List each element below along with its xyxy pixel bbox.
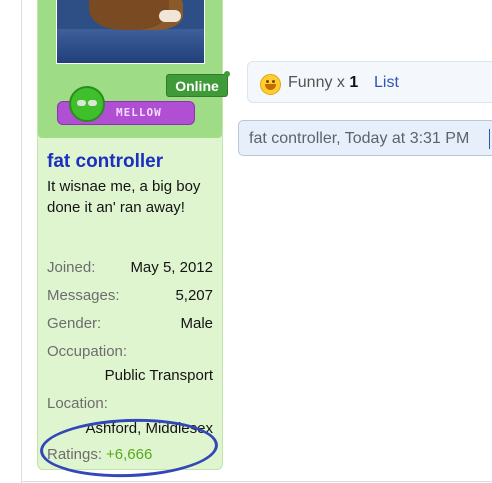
funny-rating-text: Funny x 1 [288,74,359,91]
post-author-date[interactable]: fat controller, Today at 3:31 PM [249,130,469,148]
post-meta-separator [489,129,490,149]
online-status-badge: Online [166,71,230,97]
location-label: Location: [47,395,108,412]
joined-label: Joined: [47,259,96,276]
ratings-list-link[interactable]: List [374,74,399,92]
funny-count: 1 [349,74,359,91]
occupation-label: Occupation: [47,343,128,360]
info-row-location-label: Location: [47,395,213,415]
avatar[interactable] [56,0,205,64]
gender-label: Gender: [47,315,102,332]
mood-label: MELLOW [116,106,162,119]
user-title: It wisnae me, a big boy done it an' ran … [47,178,201,216]
joined-value: May 5, 2012 [130,259,213,276]
info-row-occupation-label: Occupation: [47,343,213,363]
username-link[interactable]: fat controller [47,151,163,173]
occupation-value: Public Transport [104,367,213,384]
info-row-joined: Joined: May 5, 2012 [47,259,213,279]
post-meta-bar: fat controller, Today at 3:31 PM [238,120,492,156]
ratings-summary-bar: Funny x 1 List [247,61,492,103]
info-row-gender: Gender: Male [47,315,213,335]
funny-face-icon [260,74,281,95]
messages-value[interactable]: 5,207 [175,287,213,304]
info-row-occupation-value: Public Transport [47,367,213,387]
mood-face-icon[interactable] [69,86,105,122]
page-bottom-border [21,481,492,482]
messages-label: Messages: [47,287,120,304]
dog-image [89,0,169,30]
gender-value: Male [180,315,213,332]
content-left-border [21,0,22,483]
info-row-messages: Messages: 5,207 [47,287,213,307]
